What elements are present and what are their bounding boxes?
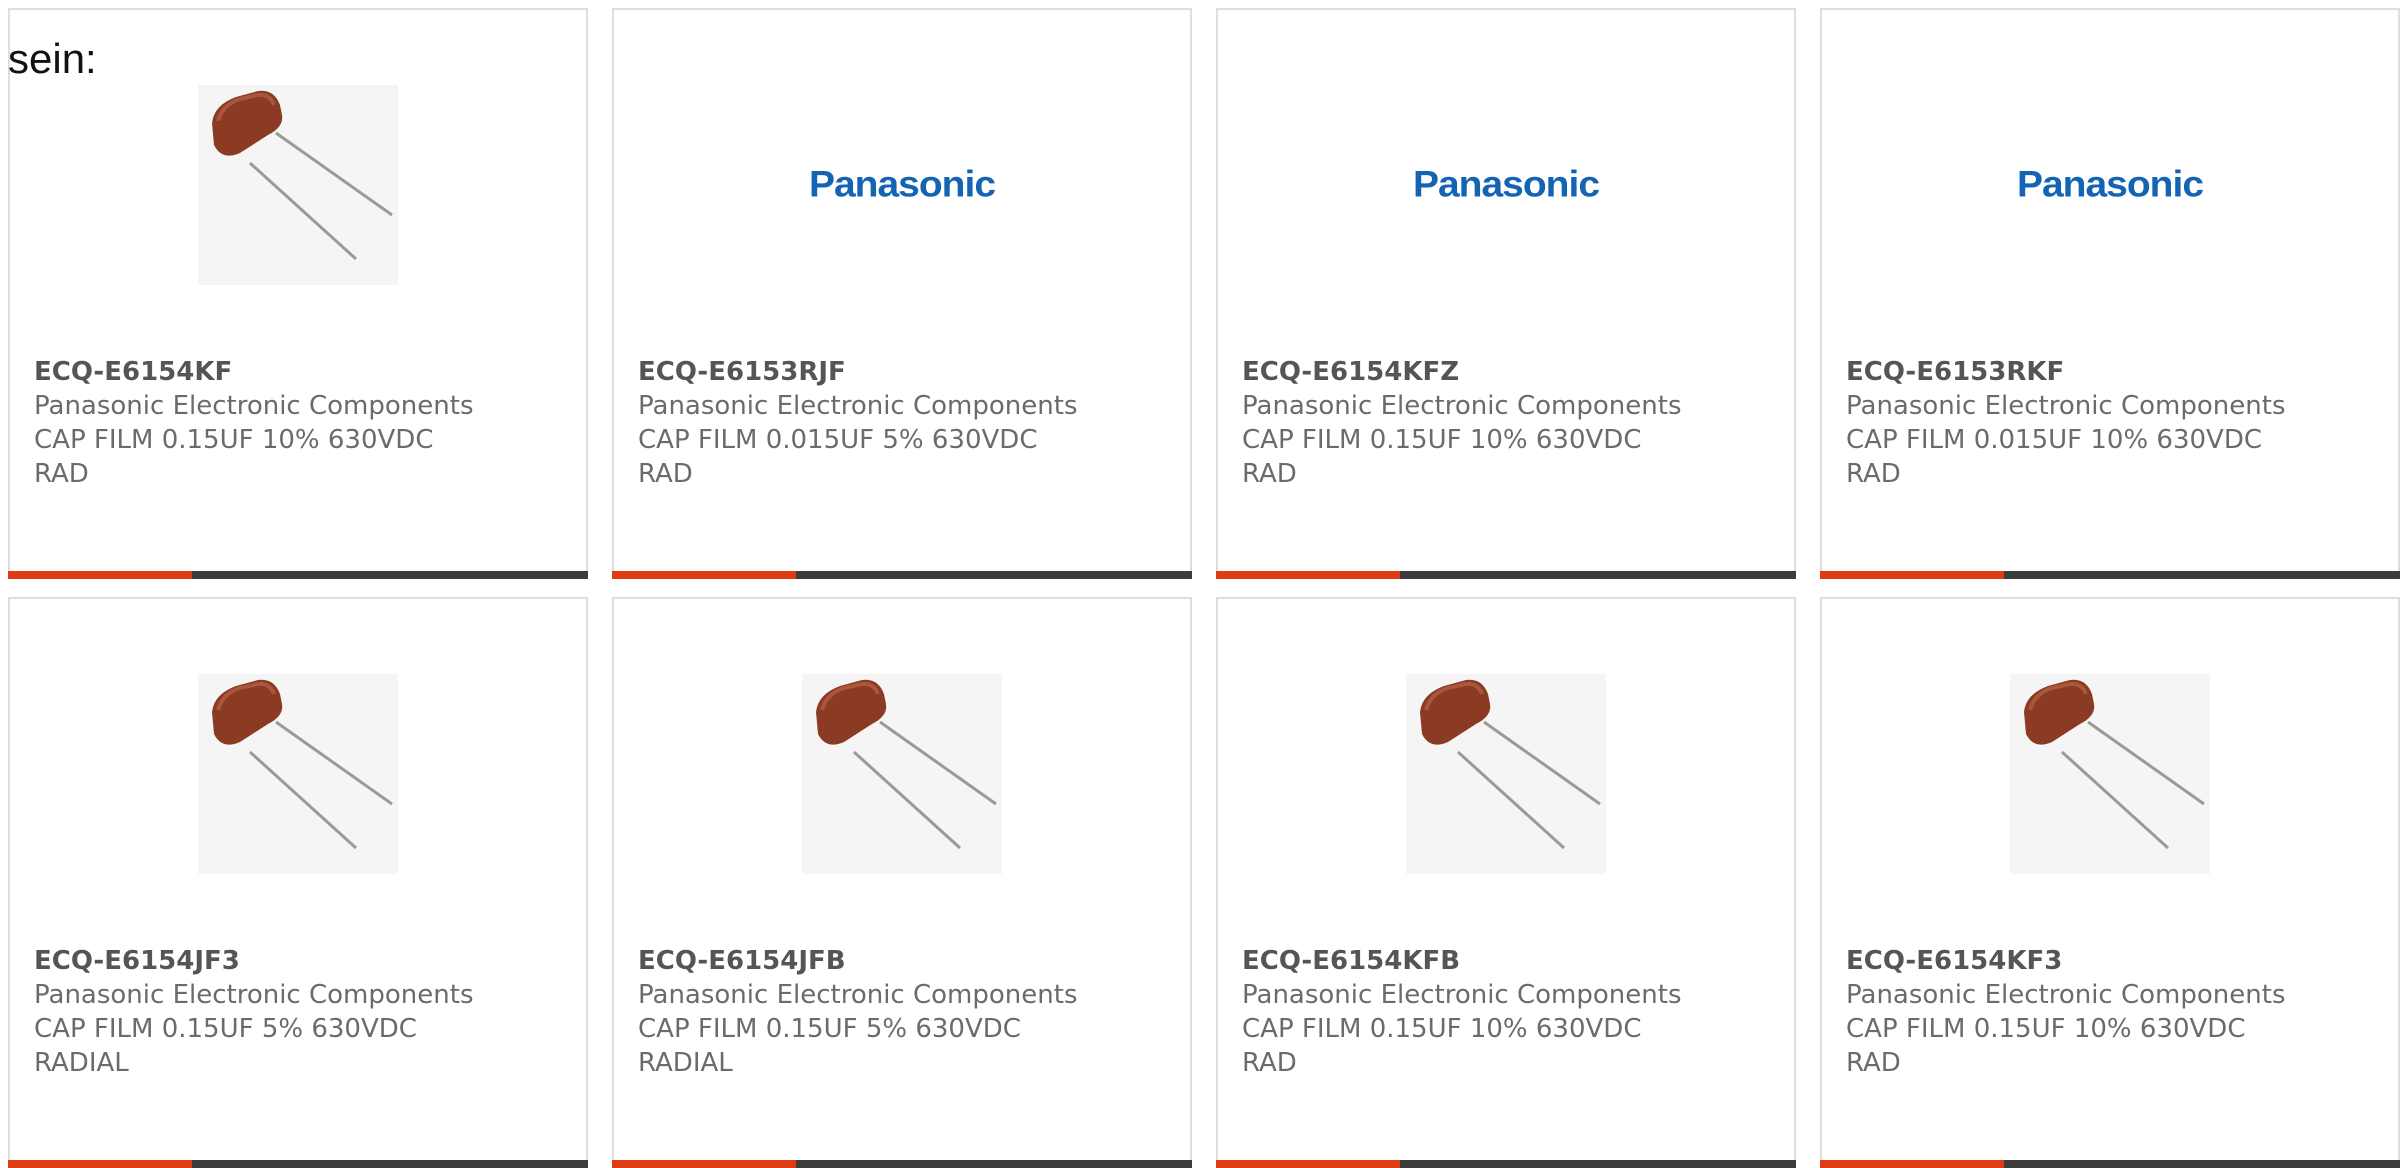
manufacturer: Panasonic Electronic Components <box>34 391 474 421</box>
card-footer-bar <box>1216 1160 1796 1168</box>
card-footer-bar <box>8 1160 588 1168</box>
part-number[interactable]: ECQ-E6154KFZ <box>1242 355 1762 389</box>
description-line1: CAP FILM 0.15UF 10% 630VDC <box>1846 1014 2246 1044</box>
product-image[interactable] <box>1822 669 2398 879</box>
product-card[interactable]: ECQ-E6154KF3 Panasonic Electronic Compon… <box>1820 597 2400 1168</box>
card-footer-accent <box>1216 1160 1400 1168</box>
description-line2: RAD <box>638 459 693 489</box>
description-line1: CAP FILM 0.15UF 10% 630VDC <box>1242 425 1642 455</box>
manufacturer: Panasonic Electronic Components <box>1242 391 1682 421</box>
product-image[interactable] <box>614 669 1190 879</box>
product-image[interactable]: Panasonic <box>614 80 1190 290</box>
description-line1: CAP FILM 0.015UF 10% 630VDC <box>1846 425 2263 455</box>
capacitor-image <box>198 85 398 285</box>
part-number[interactable]: ECQ-E6154JF3 <box>34 944 554 978</box>
panasonic-logo: Panasonic <box>808 164 996 205</box>
description-line1: CAP FILM 0.15UF 10% 630VDC <box>1242 1014 1642 1044</box>
product-card[interactable]: ECQ-E6154JFB Panasonic Electronic Compon… <box>612 597 1192 1168</box>
card-footer-accent <box>8 1160 192 1168</box>
panasonic-logo: Panasonic <box>1412 164 1600 205</box>
product-card[interactable]: Panasonic ECQ-E6153RJF Panasonic Electro… <box>612 8 1192 579</box>
product-card[interactable]: ECQ-E6154KF Panasonic Electronic Compone… <box>8 8 588 579</box>
part-number[interactable]: ECQ-E6154KFB <box>1242 944 1762 978</box>
product-image[interactable] <box>1218 669 1794 879</box>
product-card[interactable]: ECQ-E6154JF3 Panasonic Electronic Compon… <box>8 597 588 1168</box>
description-line2: RAD <box>34 459 89 489</box>
card-footer-accent <box>1820 571 2004 579</box>
description-line2: RADIAL <box>638 1048 733 1078</box>
card-footer-bar <box>1820 571 2400 579</box>
description-line1: CAP FILM 0.15UF 10% 630VDC <box>34 425 434 455</box>
manufacturer: Panasonic Electronic Components <box>1846 980 2286 1010</box>
part-number[interactable]: ECQ-E6154KF <box>34 355 554 389</box>
part-number[interactable]: ECQ-E6153RJF <box>638 355 1158 389</box>
capacitor-image <box>1406 674 1606 874</box>
manufacturer: Panasonic Electronic Components <box>1846 391 2286 421</box>
description-line1: CAP FILM 0.15UF 5% 630VDC <box>638 1014 1021 1044</box>
product-image[interactable] <box>10 80 586 290</box>
part-number[interactable]: ECQ-E6154JFB <box>638 944 1158 978</box>
product-image[interactable] <box>10 669 586 879</box>
description-line2: RAD <box>1242 459 1297 489</box>
card-footer-bar <box>612 571 1192 579</box>
manufacturer: Panasonic Electronic Components <box>638 391 1078 421</box>
product-card[interactable]: ECQ-E6154KFB Panasonic Electronic Compon… <box>1216 597 1796 1168</box>
intro-text: sein: <box>8 35 97 82</box>
product-image[interactable]: Panasonic <box>1822 80 2398 290</box>
description-line1: CAP FILM 0.015UF 5% 630VDC <box>638 425 1038 455</box>
card-footer-bar <box>8 571 588 579</box>
capacitor-image <box>802 674 1002 874</box>
card-footer-bar <box>1820 1160 2400 1168</box>
part-number[interactable]: ECQ-E6154KF3 <box>1846 944 2366 978</box>
manufacturer: Panasonic Electronic Components <box>638 980 1078 1010</box>
description-line1: CAP FILM 0.15UF 5% 630VDC <box>34 1014 417 1044</box>
product-card[interactable]: Panasonic ECQ-E6153RKF Panasonic Electro… <box>1820 8 2400 579</box>
capacitor-image <box>198 674 398 874</box>
card-footer-bar <box>1216 571 1796 579</box>
product-card[interactable]: Panasonic ECQ-E6154KFZ Panasonic Electro… <box>1216 8 1796 579</box>
panasonic-logo: Panasonic <box>2016 164 2204 205</box>
description-line2: RAD <box>1846 459 1901 489</box>
manufacturer: Panasonic Electronic Components <box>34 980 474 1010</box>
capacitor-image <box>2010 674 2210 874</box>
card-footer-accent <box>612 1160 796 1168</box>
description-line2: RADIAL <box>34 1048 129 1078</box>
part-number[interactable]: ECQ-E6153RKF <box>1846 355 2366 389</box>
card-footer-accent <box>8 571 192 579</box>
card-footer-accent <box>612 571 796 579</box>
description-line2: RAD <box>1242 1048 1297 1078</box>
card-footer-bar <box>612 1160 1192 1168</box>
product-image[interactable]: Panasonic <box>1218 80 1794 290</box>
card-footer-accent <box>1216 571 1400 579</box>
card-footer-accent <box>1820 1160 2004 1168</box>
manufacturer: Panasonic Electronic Components <box>1242 980 1682 1010</box>
description-line2: RAD <box>1846 1048 1901 1078</box>
